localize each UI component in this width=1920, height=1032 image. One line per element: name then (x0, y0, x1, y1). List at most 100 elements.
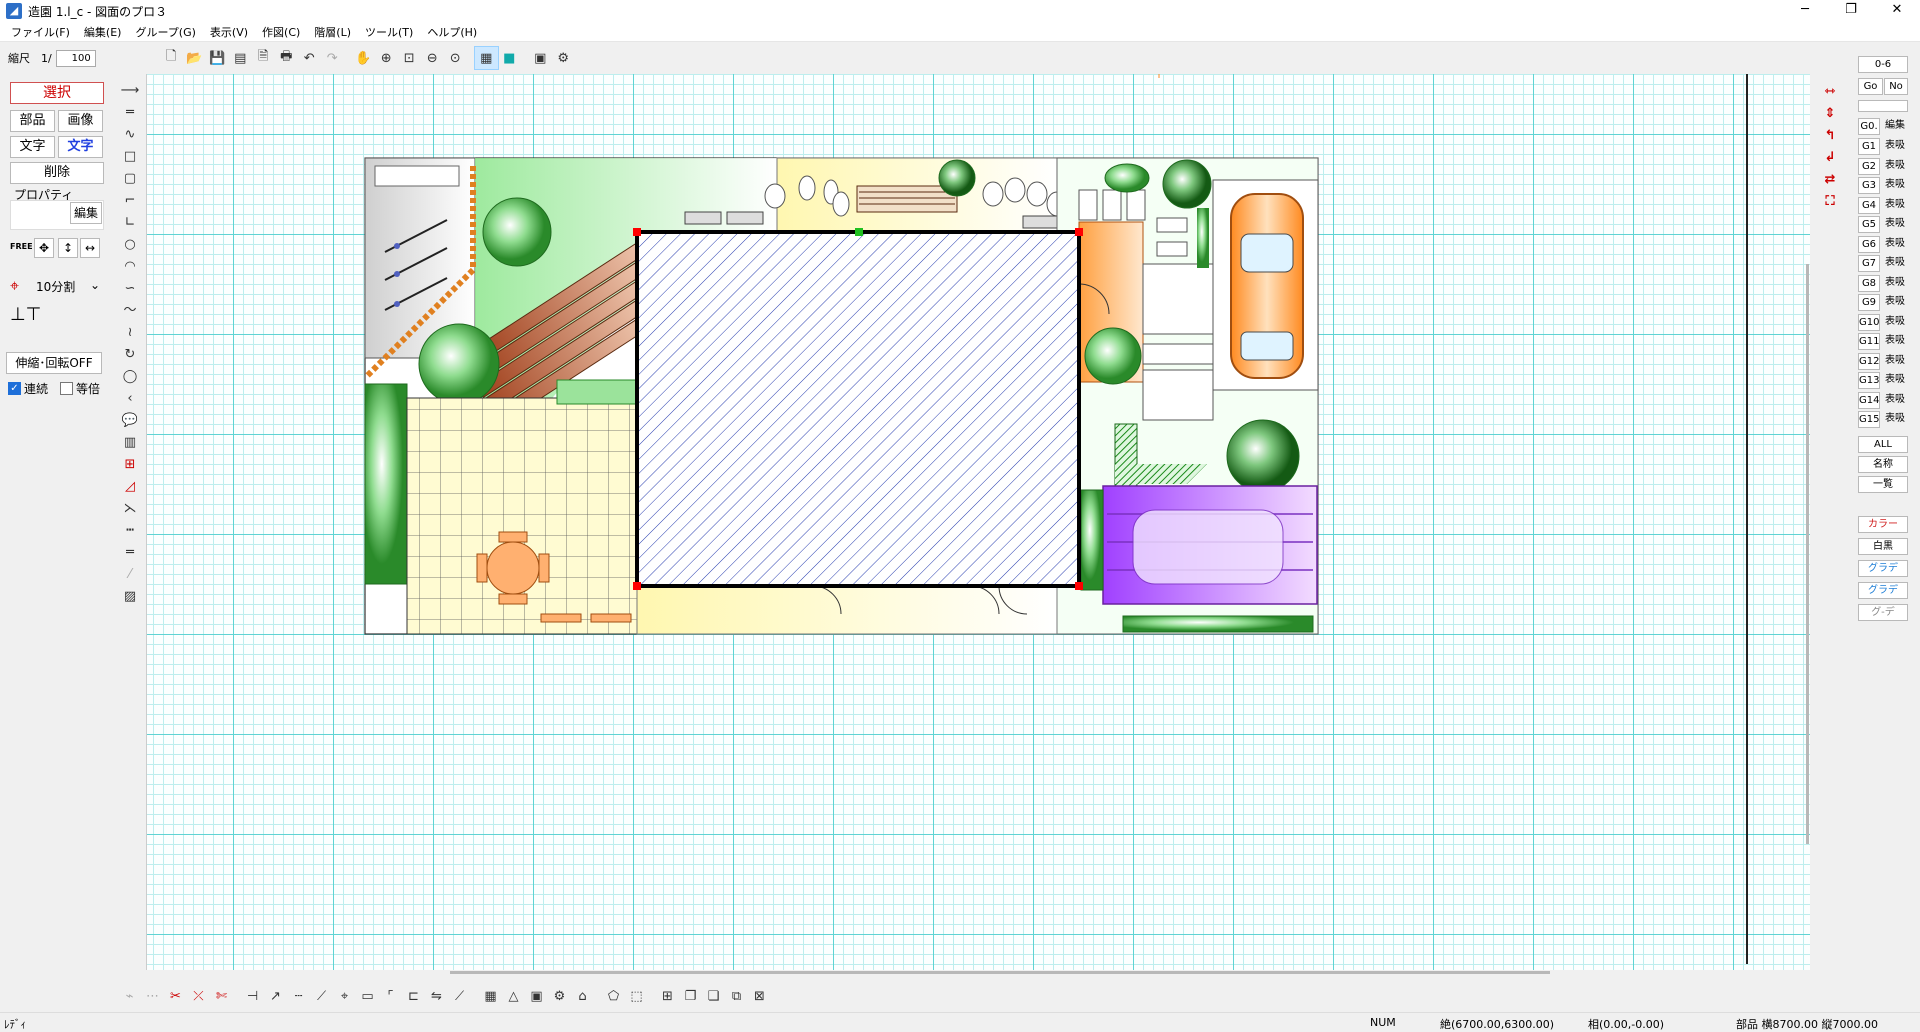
arc-icon[interactable]: ◠ (118, 256, 142, 278)
group-button[interactable]: G14 (1858, 391, 1880, 409)
freehand-icon[interactable]: ≀ (118, 322, 142, 344)
break-icon[interactable]: ⤫ (187, 985, 210, 1007)
group-row[interactable]: G9 表吸 (1858, 294, 1912, 311)
new-file-icon[interactable]: 🗋 (160, 47, 183, 69)
menu-group[interactable]: グループ(G) (128, 24, 202, 40)
zoom-in-icon[interactable]: ⊕ (375, 47, 398, 69)
grid-array-icon[interactable]: ▦ (479, 985, 502, 1007)
group-button[interactable]: G11 (1858, 333, 1880, 350)
parallel-line-icon[interactable]: ═ (118, 542, 142, 564)
leader-icon[interactable]: ⋋ (118, 498, 142, 520)
undo-icon[interactable]: ↶ (298, 47, 321, 69)
group-button[interactable]: G13 (1858, 372, 1880, 389)
arc-open-icon[interactable]: ↻ (118, 344, 142, 366)
node-edit-icon[interactable]: ⌁ (118, 985, 141, 1007)
group-button[interactable]: G12 (1858, 352, 1880, 370)
menu-file[interactable]: ファイル(F) (4, 24, 77, 40)
stairs-icon[interactable]: ▥ (118, 432, 142, 454)
group-state[interactable]: 表吸 (1880, 294, 1910, 311)
group-state[interactable]: 表吸 (1880, 197, 1910, 214)
seat-icon[interactable]: ⌂ (571, 985, 594, 1007)
continuous-checkbox[interactable]: ✓ 連続 (8, 380, 48, 397)
attribute-icon[interactable]: ⊞ (656, 985, 679, 1007)
expand-horizontal-icon[interactable]: ⇿ (1818, 84, 1842, 106)
region-icon[interactable]: ⬚ (625, 985, 648, 1007)
fill-toggle-icon[interactable]: ■ (498, 47, 521, 69)
group-row[interactable]: G12 表吸 (1858, 352, 1912, 370)
group-state[interactable]: 表吸 (1880, 372, 1910, 389)
horizontal-arrow-icon[interactable]: ↔ (80, 238, 100, 258)
blank-field[interactable] (1858, 100, 1908, 112)
group-state[interactable]: 表吸 (1880, 158, 1910, 175)
fit-all-icon[interactable]: ⛶ (1818, 194, 1842, 216)
bracket-icon[interactable]: ‹ (118, 388, 142, 410)
layer-icon[interactable]: ▣ (529, 47, 552, 69)
group-row[interactable]: G10 表吸 (1858, 313, 1912, 331)
circle-icon[interactable]: ○ (118, 234, 142, 256)
polygon-icon[interactable]: ⬠ (602, 985, 625, 1007)
group-icon[interactable]: ❐ (679, 985, 702, 1007)
close-button[interactable]: ✕ (1874, 0, 1920, 22)
polyline-icon[interactable]: ∿ (118, 124, 142, 146)
extend-icon[interactable]: ⊣ (241, 985, 264, 1007)
group-state[interactable]: 表吸 (1880, 138, 1910, 155)
group-button[interactable]: G6 (1858, 235, 1880, 253)
cut-icon[interactable]: ✄ (210, 985, 233, 1007)
order-icon[interactable]: ⧉ (725, 985, 748, 1007)
menu-view[interactable]: 表示(V) (203, 24, 255, 40)
dashed-line-icon[interactable]: ┅ (118, 520, 142, 542)
group-row[interactable]: G13 表吸 (1858, 372, 1912, 389)
group-row[interactable]: G15 表吸 (1858, 411, 1912, 428)
group-button[interactable]: G2 (1858, 157, 1880, 175)
maximize-button[interactable]: ❐ (1828, 0, 1874, 22)
color-button[interactable]: カラー (1858, 516, 1908, 533)
edit-properties-button[interactable]: 編集 (70, 202, 102, 224)
group-state[interactable]: 表吸 (1880, 255, 1910, 272)
go-button[interactable]: Go (1858, 78, 1883, 95)
pan-hand-icon[interactable]: ✋ (352, 47, 375, 69)
bw-button[interactable]: 白黒 (1858, 538, 1908, 555)
rotate-icon[interactable]: ⟋ (448, 985, 471, 1007)
redo-icon[interactable]: ↷ (321, 47, 344, 69)
rotate-left-icon[interactable]: ↰ (1818, 128, 1842, 150)
vertical-arrow-icon[interactable]: ↕ (58, 238, 78, 258)
print-icon[interactable]: 🖶 (275, 47, 298, 69)
group-row[interactable]: G1 表吸 (1858, 138, 1912, 155)
group-button[interactable]: G1 (1858, 138, 1880, 155)
flip-icon[interactable]: ⇄ (1818, 172, 1842, 194)
text-button[interactable]: 文字 (10, 136, 55, 158)
menu-help[interactable]: ヘルプ(H) (420, 24, 484, 40)
group-button[interactable]: G7 (1858, 255, 1880, 272)
group-button[interactable]: G15 (1858, 411, 1880, 428)
menu-draw[interactable]: 作図(C) (255, 24, 307, 40)
expand-vertical-icon[interactable]: ⇕ (1818, 106, 1842, 128)
balloon-icon[interactable]: 💬 (118, 410, 142, 432)
group-row[interactable]: G7 表吸 (1858, 255, 1912, 272)
fillet-icon[interactable]: ⌜ (379, 985, 402, 1007)
group-button[interactable]: G3 (1858, 177, 1880, 194)
group-state[interactable]: 表吸 (1880, 353, 1910, 370)
list-button[interactable]: 一覧 (1858, 476, 1908, 493)
gradient-button-3[interactable]: グ-デ (1858, 604, 1908, 621)
snap-icon[interactable]: ⌖ (10, 276, 19, 296)
equal-scale-checkbox[interactable]: 等倍 (60, 380, 100, 397)
copy-special-icon[interactable]: ⚙ (548, 985, 571, 1007)
join-icon[interactable]: ↗ (264, 985, 287, 1007)
menu-layer[interactable]: 階層(L) (307, 24, 358, 40)
group-row[interactable]: G11 表吸 (1858, 333, 1912, 350)
mirror-icon[interactable]: ⇋ (425, 985, 448, 1007)
rotate-right-icon[interactable]: ↲ (1818, 150, 1842, 172)
gradient-button-1[interactable]: グラデ (1858, 560, 1908, 577)
group-row[interactable]: G5 表吸 (1858, 216, 1912, 233)
group-button[interactable]: G8 (1858, 274, 1880, 292)
menu-tools[interactable]: ツール(T) (358, 24, 420, 40)
zoom-out-icon[interactable]: ⊖ (421, 47, 444, 69)
rounded-rect-icon[interactable]: ▢ (118, 168, 142, 190)
group-button[interactable]: G5 (1858, 216, 1880, 233)
image-button[interactable]: 画像 (58, 110, 103, 132)
group-state[interactable]: 表吸 (1880, 177, 1910, 194)
line-icon[interactable]: ⟶ (118, 80, 142, 102)
triangle-icon[interactable]: △ (502, 985, 525, 1007)
group-state[interactable]: 表吸 (1880, 275, 1910, 292)
group-button[interactable]: G10 (1858, 313, 1880, 331)
